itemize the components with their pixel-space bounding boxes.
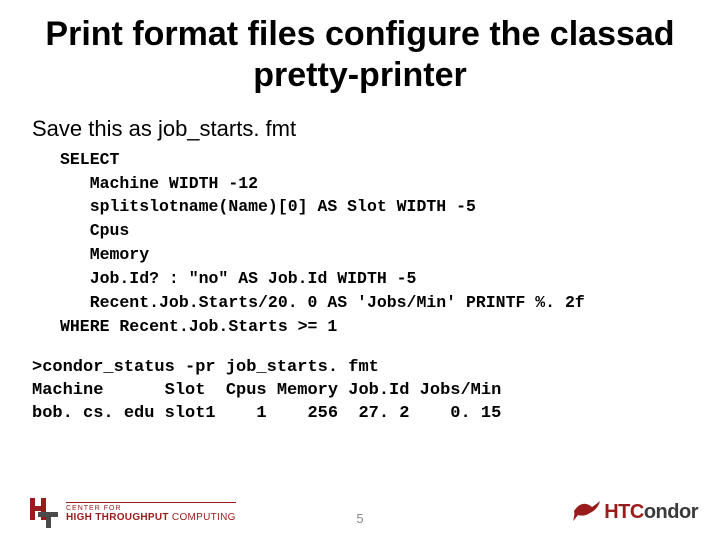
slide-title: Print format files configure the classad… [0, 0, 720, 106]
ht-mark-icon [28, 494, 58, 530]
bird-icon [572, 497, 602, 528]
logo-left-line2: HIGH THROUGHPUT COMPUTING [66, 512, 236, 523]
format-file-code: SELECT Machine WIDTH -12 splitslotname(N… [0, 148, 720, 339]
subheading: Save this as job_starts. fmt [0, 106, 720, 148]
htcondor-logo: HTCondor [572, 497, 698, 528]
htc-computing-logo: CENTER FOR HIGH THROUGHPUT COMPUTING [28, 494, 236, 530]
command-output: >condor_status -pr job_starts. fmt Machi… [0, 339, 720, 426]
logo-right-ondor: ondor [644, 501, 698, 523]
logo-right-ht: HTC [604, 501, 644, 523]
footer: CENTER FOR HIGH THROUGHPUT COMPUTING 5 H… [0, 482, 720, 532]
logo-left-line1: CENTER FOR [66, 505, 236, 512]
page-number: 5 [356, 511, 363, 526]
